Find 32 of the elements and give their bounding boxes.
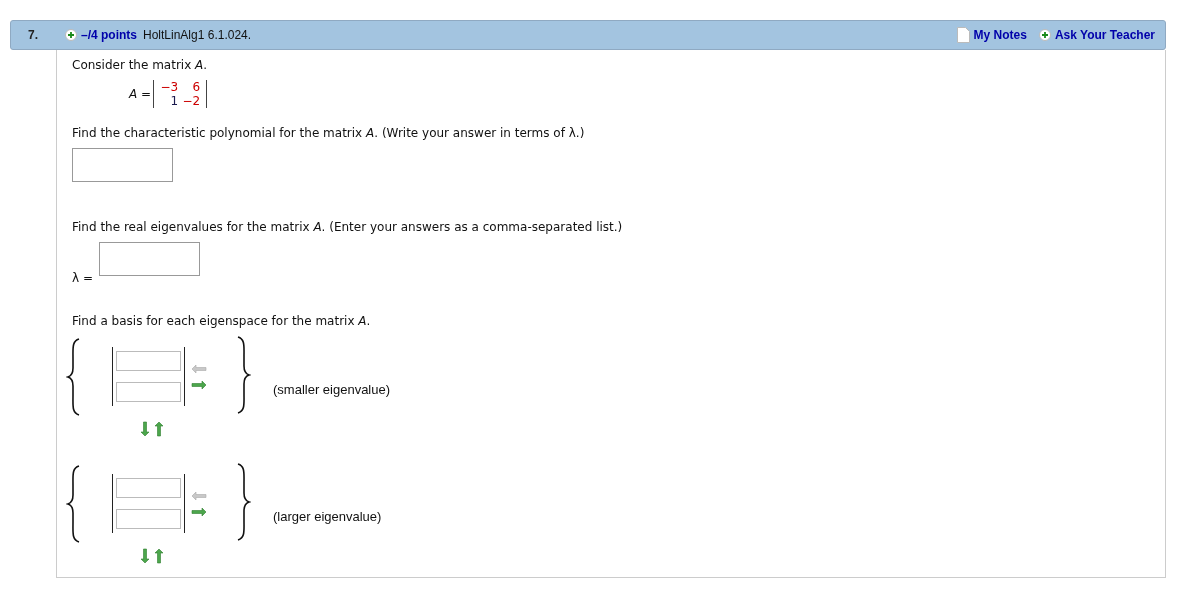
down-arrow-button[interactable]	[140, 548, 150, 564]
matrix-entry: −3	[159, 80, 179, 94]
question-text: Consider the matrix A.	[72, 58, 208, 72]
answer-field[interactable]	[72, 148, 173, 182]
answer-field[interactable]	[99, 242, 200, 276]
eigenvalue-caption: (smaller eigenvalue)	[273, 382, 391, 397]
points-link[interactable]: –/4 points	[81, 28, 137, 42]
eigenvalue-caption: (larger eigenvalue)	[273, 509, 382, 524]
question-text: Find the real eigenvalues for the matrix A. (Enter your answers as a comma-separated list.)	[72, 220, 623, 234]
my-notes-link[interactable]: My Notes	[973, 28, 1027, 42]
vector-field[interactable]	[116, 509, 181, 529]
right-arrow-button[interactable]	[191, 379, 207, 390]
vector-field[interactable]	[116, 351, 181, 371]
plus-icon	[1038, 29, 1051, 41]
plus-icon	[65, 29, 77, 41]
question-number: 7.	[27, 28, 39, 42]
ask-teacher-link[interactable]: Ask Your Teacher	[1054, 28, 1155, 42]
matrix-entry: 1	[169, 94, 179, 108]
matrix-label: A =	[129, 87, 152, 101]
note-icon	[956, 27, 970, 43]
right-arrow-button[interactable]	[191, 506, 207, 517]
up-arrow-button[interactable]	[154, 421, 164, 437]
question-text: Find the characteristic polynomial for the matrix A. (Write your answer in terms of λ.)	[72, 126, 585, 140]
down-arrow-button[interactable]	[140, 421, 150, 437]
question-text: Find a basis for each eigenspace for the matrix A.	[72, 314, 371, 328]
vector-field[interactable]	[116, 478, 181, 498]
vector-field[interactable]	[116, 382, 181, 402]
question-source: HoltLinAlg1 6.1.024.	[143, 28, 252, 42]
lambda-label: λ =	[72, 271, 93, 285]
up-arrow-button[interactable]	[154, 548, 164, 564]
matrix-entry: 6	[191, 80, 201, 94]
matrix-entry: −2	[181, 94, 201, 108]
